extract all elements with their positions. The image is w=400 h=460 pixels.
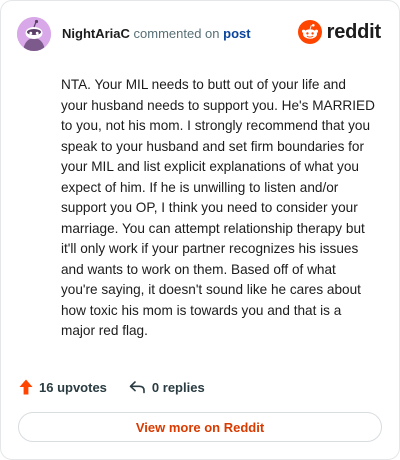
username[interactable]: NightAriaC — [62, 26, 130, 41]
avatar[interactable] — [17, 17, 51, 51]
comment-header: NightAriaC commented on post reddit — [17, 17, 383, 51]
reddit-snoo-icon — [297, 20, 322, 44]
reply-count: 0 replies — [151, 379, 205, 395]
byline: NightAriaC commented on post — [62, 26, 251, 42]
reply-arrow-icon — [129, 381, 145, 394]
comment-body: NTA. Your MIL needs to butt out of your … — [61, 77, 375, 338]
byline-verb: commented on — [133, 26, 220, 41]
comment-actions: 16 upvotes 0 replies — [19, 377, 205, 397]
comment-embed-card: NightAriaC commented on post reddit NTA.… — [0, 0, 400, 460]
upvote-arrow-icon — [19, 379, 33, 395]
post-link[interactable]: post — [223, 26, 250, 41]
replies-button[interactable]: 0 replies — [129, 380, 205, 395]
reddit-wordmark: reddit — [326, 20, 382, 43]
view-more-button[interactable]: View more on Reddit — [18, 412, 382, 442]
upvote-button[interactable]: 16 upvotes — [19, 379, 107, 395]
reddit-logo[interactable]: reddit — [297, 20, 382, 44]
upvote-count: 16 upvotes — [39, 379, 107, 395]
snoo-avatar-icon — [17, 17, 51, 51]
